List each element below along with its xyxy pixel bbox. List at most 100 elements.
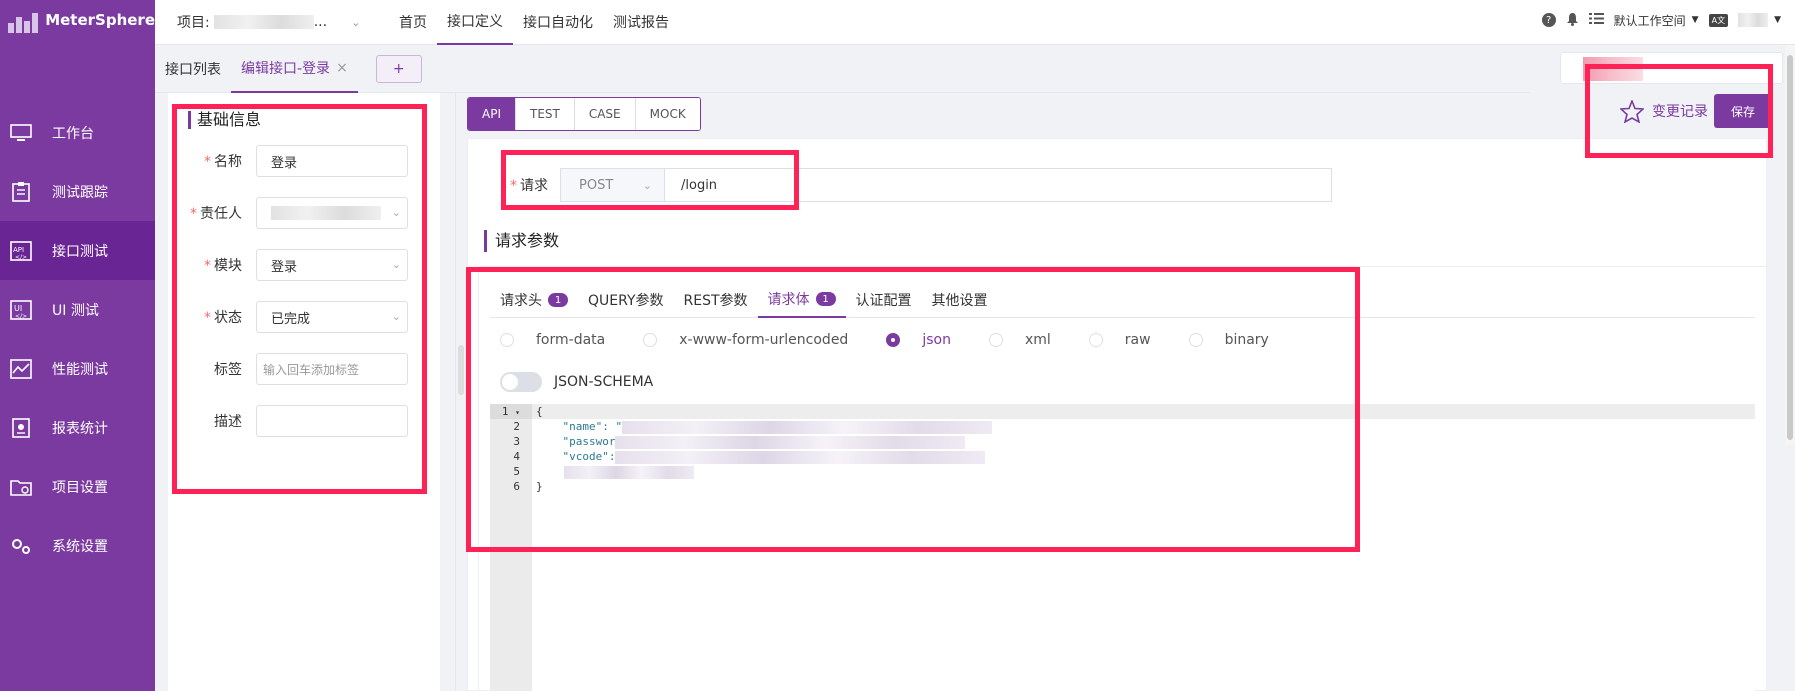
top-nav-api-automation[interactable]: 接口自动化	[513, 0, 603, 45]
tags-input[interactable]: 输入回车添加标签	[256, 353, 408, 385]
json-schema-label: JSON-SCHEMA	[554, 374, 654, 390]
environment-name-redacted	[1583, 57, 1643, 81]
sidebar-item-label: 系统设置	[52, 538, 108, 555]
radio-xml[interactable]: xml	[988, 332, 1051, 348]
tab-request-body[interactable]: 请求体 1	[757, 282, 846, 318]
caret-down-icon: ▼	[1774, 15, 1781, 25]
radio-form-data[interactable]: form-data	[500, 332, 605, 348]
body-type-radio-group: form-data x-www-form-urlencoded json xml…	[500, 332, 1307, 348]
sidebar-nav: 工作台 测试跟踪 API </> 接口测试 UI </> UI 测试 性能测试 报表…	[0, 103, 155, 575]
project-selector[interactable]: 项目: ... ⌄	[177, 12, 367, 32]
code-content: { "name": " "passwor "vcode": }	[536, 404, 993, 494]
line-number: 6	[513, 480, 520, 493]
sidebar-item-label: 接口测试	[52, 243, 108, 260]
tab-headers[interactable]: 请求头 1	[490, 282, 578, 318]
tab-auth-config[interactable]: 认证配置	[846, 282, 922, 318]
user-menu[interactable]: ▼	[1738, 13, 1781, 27]
project-name-redacted	[213, 15, 314, 29]
top-nav-home[interactable]: 首页	[389, 0, 437, 45]
project-ellipsis: ...	[313, 14, 328, 30]
sidebar-item-api-test[interactable]: API </> 接口测试	[0, 221, 155, 280]
mode-tabs: API TEST CASE MOCK	[467, 97, 701, 131]
description-field-row: 描述	[168, 405, 440, 437]
tab-label: 认证配置	[855, 293, 912, 309]
name-input[interactable]: 登录	[256, 145, 408, 177]
sidebar-item-performance-test[interactable]: 性能测试	[0, 339, 155, 398]
tags-label: 标签	[214, 362, 242, 378]
svg-text:</>: </>	[15, 254, 27, 261]
tab-case[interactable]: CASE	[574, 98, 636, 130]
tab-mock[interactable]: MOCK	[635, 98, 700, 130]
translate-icon[interactable]: A文	[1708, 13, 1729, 27]
status-select[interactable]: 已完成 ⌄	[256, 301, 408, 333]
app-logo[interactable]: MeterSphere	[0, 0, 155, 40]
module-select[interactable]: 登录 ⌄	[256, 249, 408, 281]
status-field-row: * 状态 已完成 ⌄	[168, 301, 440, 333]
basic-info-panel: 基础信息 * 名称 登录 * 责任人 ⌄ * 模块 登录 ⌄ * 状态 已完成 ⌄ 标签…	[168, 93, 440, 691]
radio-x-www-form-urlencoded[interactable]: x-www-form-urlencoded	[643, 332, 848, 348]
sidebar-item-test-track[interactable]: 测试跟踪	[0, 162, 155, 221]
scrollbar-thumb[interactable]	[1787, 55, 1793, 440]
metersphere-logo-icon	[8, 7, 39, 33]
top-nav-api-definition[interactable]: 接口定义	[437, 0, 513, 45]
line-number-gutter: 1 ▾ 2 3 4 5 6	[490, 404, 532, 691]
page-scrollbar[interactable]	[1785, 45, 1795, 445]
sidebar-item-label: 报表统计	[52, 420, 108, 437]
sidebar-item-label: 性能测试	[52, 361, 108, 378]
sidebar-item-ui-test[interactable]: UI </> UI 测试	[0, 280, 155, 339]
module-value: 登录	[271, 259, 298, 275]
radio-circle	[1188, 333, 1203, 347]
caret-down-icon: ▼	[1691, 15, 1699, 25]
sidebar-item-system-settings[interactable]: 系统设置	[0, 516, 155, 575]
line-number: 5	[513, 465, 520, 478]
api-icon: API </>	[10, 240, 32, 261]
redacted-value	[615, 435, 966, 449]
tab-edit-api-login[interactable]: 编辑接口-登录 ×	[231, 45, 358, 93]
method-select[interactable]: POST ⌄	[560, 168, 665, 202]
fold-arrow-icon[interactable]: ▾	[515, 408, 520, 417]
task-list-icon[interactable]	[1588, 12, 1604, 28]
radio-binary[interactable]: binary	[1188, 332, 1269, 348]
request-params-title: 请求参数	[484, 230, 559, 252]
radio-circle	[500, 333, 514, 347]
top-nav-test-report[interactable]: 测试报告	[603, 0, 679, 45]
change-history-button[interactable]: 变更记录	[1620, 99, 1708, 123]
owner-select[interactable]: ⌄	[256, 197, 408, 229]
url-path-input[interactable]: /login	[665, 168, 1332, 202]
panel-resize-handle[interactable]	[458, 345, 464, 395]
owner-value-redacted	[271, 206, 381, 220]
name-field-row: * 名称 登录	[168, 145, 440, 177]
tab-api[interactable]: API	[468, 98, 516, 130]
tab-test[interactable]: TEST	[515, 98, 575, 130]
tab-label: 编辑接口-登录	[241, 60, 331, 77]
tab-query-params[interactable]: QUERY参数	[578, 282, 674, 318]
help-icon[interactable]: ?	[1541, 13, 1556, 27]
sidebar-item-project-settings[interactable]: 项目设置	[0, 457, 155, 516]
tab-other-settings[interactable]: 其他设置	[922, 282, 998, 318]
method-value: POST	[579, 177, 614, 193]
count-badge: 1	[815, 292, 836, 306]
add-tab-button[interactable]: +	[375, 54, 422, 83]
close-icon[interactable]: ×	[336, 60, 348, 76]
workspace-selector[interactable]: 默认工作空间 ▼	[1614, 12, 1699, 29]
description-textarea[interactable]	[256, 405, 408, 437]
chevron-down-icon: ⌄	[642, 178, 652, 192]
bell-icon[interactable]	[1566, 12, 1579, 29]
radio-raw[interactable]: raw	[1088, 332, 1151, 348]
sidebar: MeterSphere 工作台 测试跟踪 API </> 接口测试 UI </> U…	[0, 0, 155, 691]
environment-selector[interactable]	[1560, 52, 1783, 84]
radio-json[interactable]: json	[886, 332, 951, 348]
json-schema-switch[interactable]	[500, 372, 542, 392]
tab-label: 请求体	[767, 292, 810, 308]
sidebar-item-workbench[interactable]: 工作台	[0, 103, 155, 162]
line-number: 4	[513, 450, 520, 463]
sidebar-item-reports[interactable]: 报表统计	[0, 398, 155, 457]
monitor-icon	[10, 123, 32, 143]
radio-circle	[988, 333, 1003, 347]
save-button[interactable]: 保存	[1714, 94, 1772, 128]
module-field-row: * 模块 登录 ⌄	[168, 249, 440, 281]
tab-api-list[interactable]: 接口列表	[155, 45, 231, 93]
count-badge: 1	[548, 293, 568, 307]
tab-rest-params[interactable]: REST参数	[674, 282, 758, 318]
json-body-editor[interactable]: 1 ▾ 2 3 4 5 6 { "name": " "passwor "vcod…	[490, 404, 1755, 691]
